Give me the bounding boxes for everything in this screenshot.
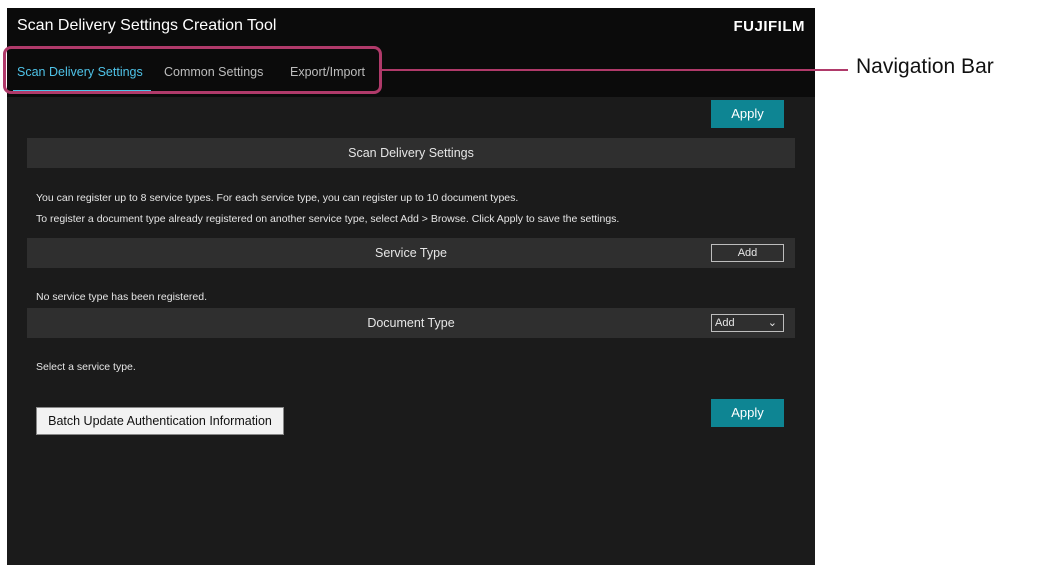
apply-button-bottom[interactable]: Apply: [711, 399, 784, 427]
service-type-header: Service Type: [27, 238, 795, 268]
document-type-header: Document Type: [27, 308, 795, 338]
add-document-type-label: Add: [715, 317, 735, 329]
batch-update-auth-button[interactable]: Batch Update Authentication Information: [36, 407, 284, 435]
navigation-bar-highlight: [3, 46, 382, 94]
add-document-type-dropdown[interactable]: Add ⌄: [711, 314, 784, 332]
callout-line: [382, 69, 848, 71]
main-content: Apply Scan Delivery Settings You can reg…: [7, 97, 815, 565]
scan-delivery-settings-header: Scan Delivery Settings: [27, 138, 795, 168]
title-bar: Scan Delivery Settings Creation Tool FUJ…: [7, 8, 815, 45]
add-service-type-button[interactable]: Add: [711, 244, 784, 262]
service-type-empty-message: No service type has been registered.: [36, 291, 208, 303]
info-text-limits: You can register up to 8 service types. …: [36, 192, 519, 204]
info-text-register: To register a document type already regi…: [36, 213, 620, 225]
app-title: Scan Delivery Settings Creation Tool: [17, 17, 277, 34]
apply-button-top[interactable]: Apply: [711, 100, 784, 128]
callout-label: Navigation Bar: [856, 55, 994, 78]
chevron-down-icon: ⌄: [767, 317, 777, 329]
document-type-empty-message: Select a service type.: [36, 361, 136, 373]
fujifilm-logo: FUJIFILM: [733, 18, 805, 35]
